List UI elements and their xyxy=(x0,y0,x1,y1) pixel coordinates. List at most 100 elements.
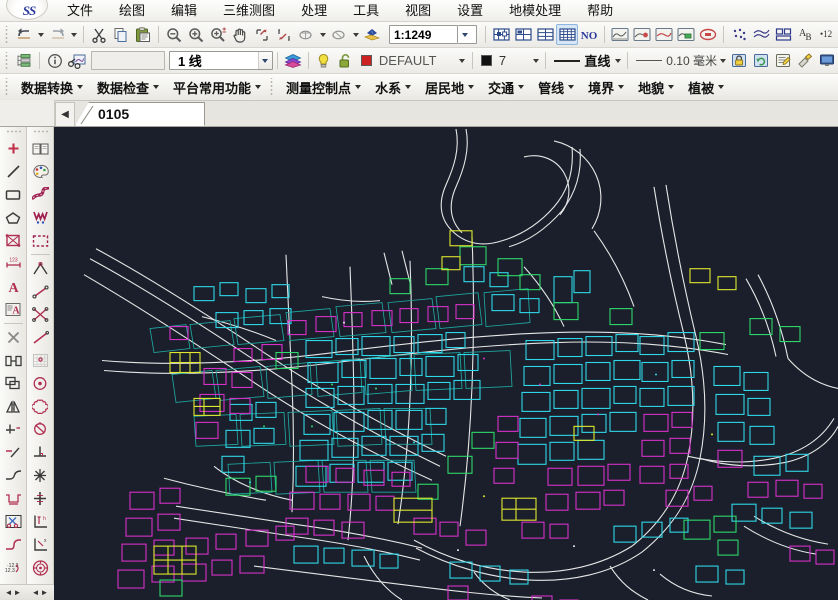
linetype-combo[interactable]: 直线 xyxy=(584,51,623,70)
mirror-icon[interactable] xyxy=(1,395,25,418)
lock-layer-icon[interactable] xyxy=(728,50,750,71)
line-measure-icon[interactable] xyxy=(28,280,52,303)
annotation-icon[interactable]: A xyxy=(1,298,25,321)
fillet-icon[interactable] xyxy=(1,464,25,487)
chevron-down-icon[interactable] xyxy=(717,50,728,71)
undo-icon[interactable] xyxy=(13,24,35,45)
undo-dropdown-icon[interactable] xyxy=(35,24,46,45)
zoom-extents-icon[interactable] xyxy=(251,24,273,45)
tab-0105[interactable]: 0105 xyxy=(75,102,205,126)
draw-house-icon[interactable] xyxy=(1,229,25,252)
layer-combo[interactable]: DEFAULT xyxy=(375,51,468,70)
menu-tools[interactable]: 工具 xyxy=(340,0,392,22)
tab-scroll-prev[interactable]: ◀ xyxy=(55,102,75,126)
toolbar-grip[interactable] xyxy=(4,26,11,44)
book-open-icon[interactable] xyxy=(28,137,52,160)
info-icon[interactable] xyxy=(44,50,66,71)
vegetation-w-icon[interactable] xyxy=(28,206,52,229)
axis-point-icon[interactable]: h xyxy=(28,510,52,533)
offset-edge-icon[interactable] xyxy=(1,487,25,510)
map-canvas[interactable] xyxy=(54,127,838,600)
menu-3d-mapping[interactable]: 三维测图 xyxy=(210,0,288,22)
toolbar-grip[interactable] xyxy=(4,52,11,70)
axis-label-icon[interactable]: x xyxy=(28,533,52,556)
toolbar-grip[interactable] xyxy=(32,129,49,136)
menu-vegetation[interactable]: 植被 xyxy=(680,76,730,98)
scale-dropdown[interactable] xyxy=(458,25,477,44)
angle-measure-icon[interactable] xyxy=(28,257,52,280)
palette-icon[interactable] xyxy=(28,160,52,183)
entity-type-combo[interactable]: 1 线 xyxy=(169,51,273,70)
break-object-icon[interactable] xyxy=(1,349,25,372)
elevation-edit-icon[interactable]: ·12.312.3 xyxy=(1,556,25,579)
stereo-model-2-icon[interactable] xyxy=(631,24,653,45)
layer-manager-icon[interactable] xyxy=(13,50,35,71)
view-prev-dropdown-icon[interactable] xyxy=(317,24,328,45)
point-cloud-icon[interactable] xyxy=(728,24,750,45)
grid-frame-1-icon[interactable] xyxy=(490,24,512,45)
snap-cross-icon[interactable] xyxy=(28,487,52,510)
menu-terrain[interactable]: 地貌 xyxy=(630,76,680,98)
menu-boundaries[interactable]: 境界 xyxy=(580,76,630,98)
loop-edit-icon[interactable] xyxy=(697,24,719,45)
pan-hand-icon[interactable] xyxy=(229,24,251,45)
cloud-polygon-icon[interactable] xyxy=(28,395,52,418)
scale-combo[interactable]: 1:1249 xyxy=(389,25,458,44)
dimension-icon[interactable]: 123 xyxy=(1,252,25,275)
slope-line-icon[interactable] xyxy=(28,326,52,349)
cut-icon[interactable] xyxy=(88,24,110,45)
map-drawing[interactable] xyxy=(54,127,838,600)
menu-data-convert[interactable]: 数据转换 xyxy=(13,76,89,98)
left-toolbar-draw-overflow[interactable]: ◄► xyxy=(0,584,27,600)
bird-3d-icon[interactable] xyxy=(361,24,383,45)
symbol-pair-icon[interactable] xyxy=(772,24,794,45)
color-swatch[interactable] xyxy=(481,55,492,66)
layer-color-swatch[interactable] xyxy=(361,55,372,66)
menu-draw[interactable]: 绘图 xyxy=(106,0,158,22)
menu-data-check[interactable]: 数据检查 xyxy=(89,76,165,98)
chevron-down-icon[interactable] xyxy=(258,52,272,69)
view-next-icon[interactable] xyxy=(328,24,350,45)
menu-hydrography[interactable]: 水系 xyxy=(367,76,417,98)
stretch-icon[interactable] xyxy=(1,533,25,556)
delete-x-icon[interactable] xyxy=(1,326,25,349)
contour-icon[interactable] xyxy=(750,24,772,45)
toolbar-grip[interactable] xyxy=(4,78,11,96)
grid-frame-4-icon[interactable] xyxy=(556,24,578,45)
grid-frame-2-icon[interactable] xyxy=(512,24,534,45)
draw-line-icon[interactable] xyxy=(1,160,25,183)
paste-icon[interactable] xyxy=(132,24,154,45)
stereo-model-4-icon[interactable] xyxy=(675,24,697,45)
stereo-model-1-icon[interactable] xyxy=(609,24,631,45)
stereo-model-3-icon[interactable] xyxy=(653,24,675,45)
color-combo[interactable]: 7 xyxy=(495,51,541,70)
zoom-in-icon[interactable] xyxy=(185,24,207,45)
arc-node-icon[interactable] xyxy=(28,418,52,441)
chevron-down-icon[interactable] xyxy=(612,50,623,71)
properties-icon[interactable] xyxy=(772,50,794,71)
left-toolbar-features-overflow[interactable]: ◄► xyxy=(27,584,54,600)
zoom-window-icon[interactable] xyxy=(207,24,229,45)
refresh-layer-icon[interactable] xyxy=(750,50,772,71)
number-icon[interactable]: •12 xyxy=(816,24,838,45)
extend-icon[interactable] xyxy=(1,441,25,464)
intersect-icon[interactable] xyxy=(28,303,52,326)
text-a-icon[interactable]: A xyxy=(1,275,25,298)
view-prev-icon[interactable] xyxy=(295,24,317,45)
menu-view[interactable]: 视图 xyxy=(392,0,444,22)
add-point-icon[interactable] xyxy=(1,137,25,160)
draw-rectangle-icon[interactable] xyxy=(1,183,25,206)
menu-edit[interactable]: 编辑 xyxy=(158,0,210,22)
toolbar-grip[interactable] xyxy=(269,78,276,96)
lineweight-combo[interactable]: 0.10 毫米 xyxy=(666,51,728,70)
redo-dropdown-icon[interactable] xyxy=(68,24,79,45)
match-properties-icon[interactable] xyxy=(794,50,816,71)
trim-icon[interactable] xyxy=(1,418,25,441)
unlock-icon[interactable] xyxy=(335,50,357,71)
wall-icon[interactable] xyxy=(28,183,52,206)
menu-file[interactable]: 文件 xyxy=(54,0,106,22)
menu-residential[interactable]: 居民地 xyxy=(417,76,480,98)
chevron-down-icon[interactable] xyxy=(530,50,541,71)
menu-common-functions[interactable]: 平台常用功能 xyxy=(165,76,267,98)
menu-help[interactable]: 帮助 xyxy=(574,0,626,22)
